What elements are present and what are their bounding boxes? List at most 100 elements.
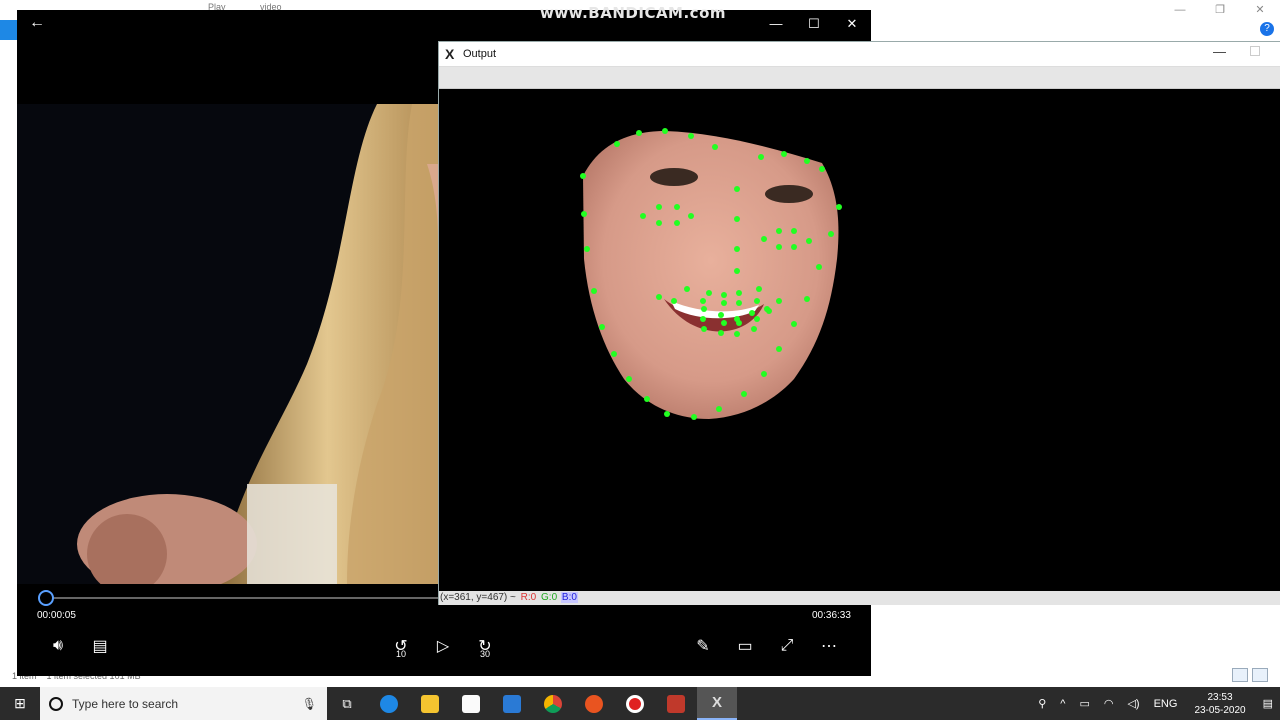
landmark-point	[756, 286, 762, 292]
landmark-point	[741, 391, 747, 397]
output-title-bar: X Output —	[439, 42, 1280, 67]
landmark-point	[718, 312, 724, 318]
landmark-point	[836, 204, 842, 210]
skip-back-button[interactable]: ↺ 10	[386, 634, 416, 659]
volume-icon[interactable]: ◁)	[1127, 697, 1139, 710]
wifi-icon[interactable]: ◠	[1104, 697, 1114, 710]
landmark-point	[581, 211, 587, 217]
close-icon[interactable]: ✕	[833, 10, 871, 38]
clock-time: 23:53	[1207, 691, 1233, 703]
landmark-point	[712, 144, 718, 150]
landmark-point	[614, 141, 620, 147]
landmark-point	[776, 346, 782, 352]
back-arrow-icon[interactable]: ←	[29, 14, 45, 32]
landmark-point	[688, 133, 694, 139]
volume-icon[interactable]: 🔊︎	[43, 634, 73, 658]
video-frame[interactable]	[17, 104, 438, 584]
store-icon[interactable]	[451, 687, 491, 720]
landmark-point	[644, 396, 650, 402]
landmark-point	[806, 238, 812, 244]
windows-start-icon[interactable]: ⊞	[0, 687, 40, 720]
task-view-icon[interactable]: ⧉	[327, 687, 367, 720]
mini-view-icon[interactable]: ▭	[730, 634, 760, 658]
large-icons-view-icon[interactable]	[1252, 668, 1268, 682]
microphone-icon[interactable]: 🎙︎	[302, 697, 317, 711]
restore-icon[interactable]: ❐	[1200, 0, 1240, 20]
bandicam-icon[interactable]	[615, 687, 655, 720]
skip-forward-button[interactable]: ↻ 30	[470, 634, 500, 659]
landmark-point	[584, 246, 590, 252]
skip-back-label: 10	[395, 649, 406, 659]
mail-icon[interactable]	[492, 687, 532, 720]
people-icon[interactable]: ⚲	[1038, 697, 1046, 710]
landmark-point	[674, 204, 680, 210]
landmark-point	[819, 166, 825, 172]
chevron-up-icon[interactable]: ^	[1060, 698, 1065, 710]
fullscreen-icon[interactable]: ⤢	[772, 634, 802, 658]
pixel-b-value: B:0	[560, 592, 578, 603]
language-indicator[interactable]: ENG	[1154, 698, 1178, 710]
landmark-point	[662, 128, 668, 134]
landmark-point	[706, 290, 712, 296]
battery-icon[interactable]: ▭	[1079, 697, 1089, 710]
details-view-icon[interactable]	[1232, 668, 1248, 682]
current-time: 00:00:05	[37, 610, 76, 621]
more-options-icon[interactable]: ⋯	[814, 634, 844, 658]
subtitles-icon[interactable]: ▤	[85, 634, 115, 658]
face-landmark-canvas[interactable]	[439, 89, 1280, 591]
maximize-icon[interactable]	[1250, 46, 1260, 56]
seek-thumb[interactable]	[38, 590, 54, 606]
landmark-point	[700, 298, 706, 304]
landmark-point	[640, 213, 646, 219]
output-toolbar	[439, 67, 1280, 89]
landmark-point	[734, 186, 740, 192]
landmark-point	[776, 244, 782, 250]
landmark-point	[701, 326, 707, 332]
close-icon[interactable]: ✕	[1240, 0, 1280, 20]
landmark-point	[734, 216, 740, 222]
chrome-icon[interactable]	[533, 687, 573, 720]
landmark-point	[828, 231, 834, 237]
ubuntu-icon[interactable]	[574, 687, 614, 720]
maximize-icon[interactable]: ☐	[795, 10, 833, 38]
minimize-icon[interactable]: —	[1213, 44, 1226, 59]
video-content-image	[17, 104, 438, 584]
view-toggle	[1232, 668, 1268, 682]
cortana-icon	[49, 696, 63, 711]
landmark-point	[749, 310, 755, 316]
landmark-point	[734, 246, 740, 252]
landmark-point	[656, 204, 662, 210]
landmark-point	[716, 406, 722, 412]
opencv-app-icon[interactable]: X	[697, 687, 737, 720]
landmark-point	[671, 298, 677, 304]
landmark-point	[766, 308, 772, 314]
system-tray: ⚲ ^ ▭ ◠ ◁) ENG 23:53 23-05-2020 ▤	[1031, 687, 1280, 720]
landmark-point	[700, 316, 706, 322]
cursor-coords: (x=361, y=467) ~	[440, 592, 516, 603]
landmark-point	[791, 321, 797, 327]
landmark-point	[721, 320, 727, 326]
landmark-point	[776, 228, 782, 234]
landmark-point	[734, 331, 740, 337]
player-title-bar: ← — ☐ ✕	[17, 10, 871, 38]
help-icon[interactable]: ?	[1260, 22, 1274, 36]
movies-tv-icon[interactable]	[656, 687, 696, 720]
explorer-window-controls: — ❐ ✕	[1160, 0, 1280, 20]
clock[interactable]: 23:53 23-05-2020	[1194, 691, 1245, 717]
play-button[interactable]: ▷	[428, 634, 458, 658]
minimize-icon[interactable]: —	[757, 10, 795, 38]
action-center-icon[interactable]: ▤	[1263, 697, 1273, 710]
output-status-bar: (x=361, y=467) ~ R:0 G:0 B:0	[439, 591, 1280, 605]
minimize-icon[interactable]: —	[1160, 0, 1200, 20]
edit-pencil-icon[interactable]: ✎	[688, 634, 718, 658]
landmark-point	[636, 130, 642, 136]
landmark-point	[688, 213, 694, 219]
landmark-point	[754, 298, 760, 304]
edge-icon[interactable]	[369, 687, 409, 720]
landmark-point	[736, 300, 742, 306]
opencv-output-window: X Output — (x=361, y=467) ~ R:0 G:0 B:0	[438, 41, 1280, 605]
landmark-point	[804, 296, 810, 302]
file-explorer-icon[interactable]	[410, 687, 450, 720]
face-mask	[583, 131, 839, 419]
taskbar-search-box[interactable]: Type here to search 🎙︎	[40, 687, 327, 720]
